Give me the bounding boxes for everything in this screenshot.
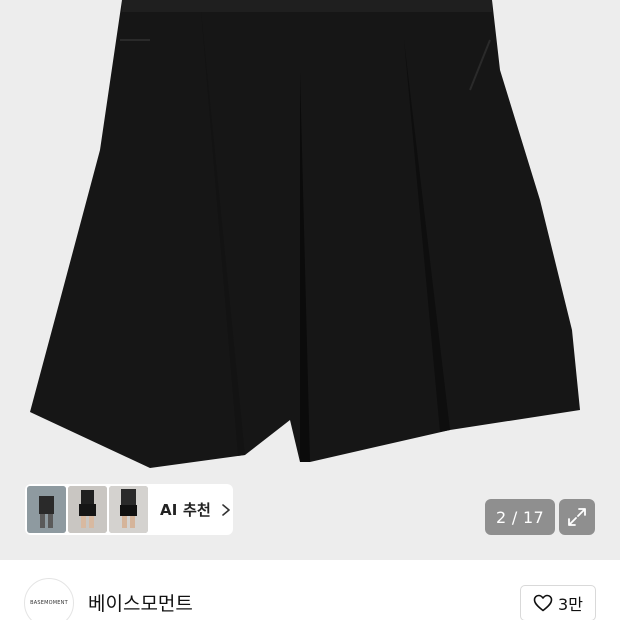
brand-logo-text: BASEMOMENT — [30, 600, 68, 606]
product-image — [30, 0, 580, 468]
like-count: 3만 — [558, 595, 583, 614]
ai-recommend-chip[interactable]: AI 추천 — [25, 484, 233, 535]
image-counter: 2 / 17 — [485, 499, 555, 535]
thumbnail-2[interactable] — [68, 486, 107, 533]
thumbnail-1[interactable] — [27, 486, 66, 533]
like-button[interactable]: 3만 — [520, 585, 596, 620]
product-image-gallery[interactable]: AI 추천 2 / 17 — [0, 0, 620, 560]
brand-logo[interactable]: BASEMOMENT — [24, 578, 74, 620]
chevron-right-icon — [222, 503, 230, 516]
expand-button[interactable] — [559, 499, 595, 535]
thumbnail-3[interactable] — [109, 486, 148, 533]
ai-recommend-label: AI 추천 — [160, 501, 212, 519]
brand-name[interactable]: 베이스모먼트 — [88, 589, 193, 616]
expand-icon — [568, 508, 586, 526]
heart-outline-icon — [533, 594, 553, 612]
